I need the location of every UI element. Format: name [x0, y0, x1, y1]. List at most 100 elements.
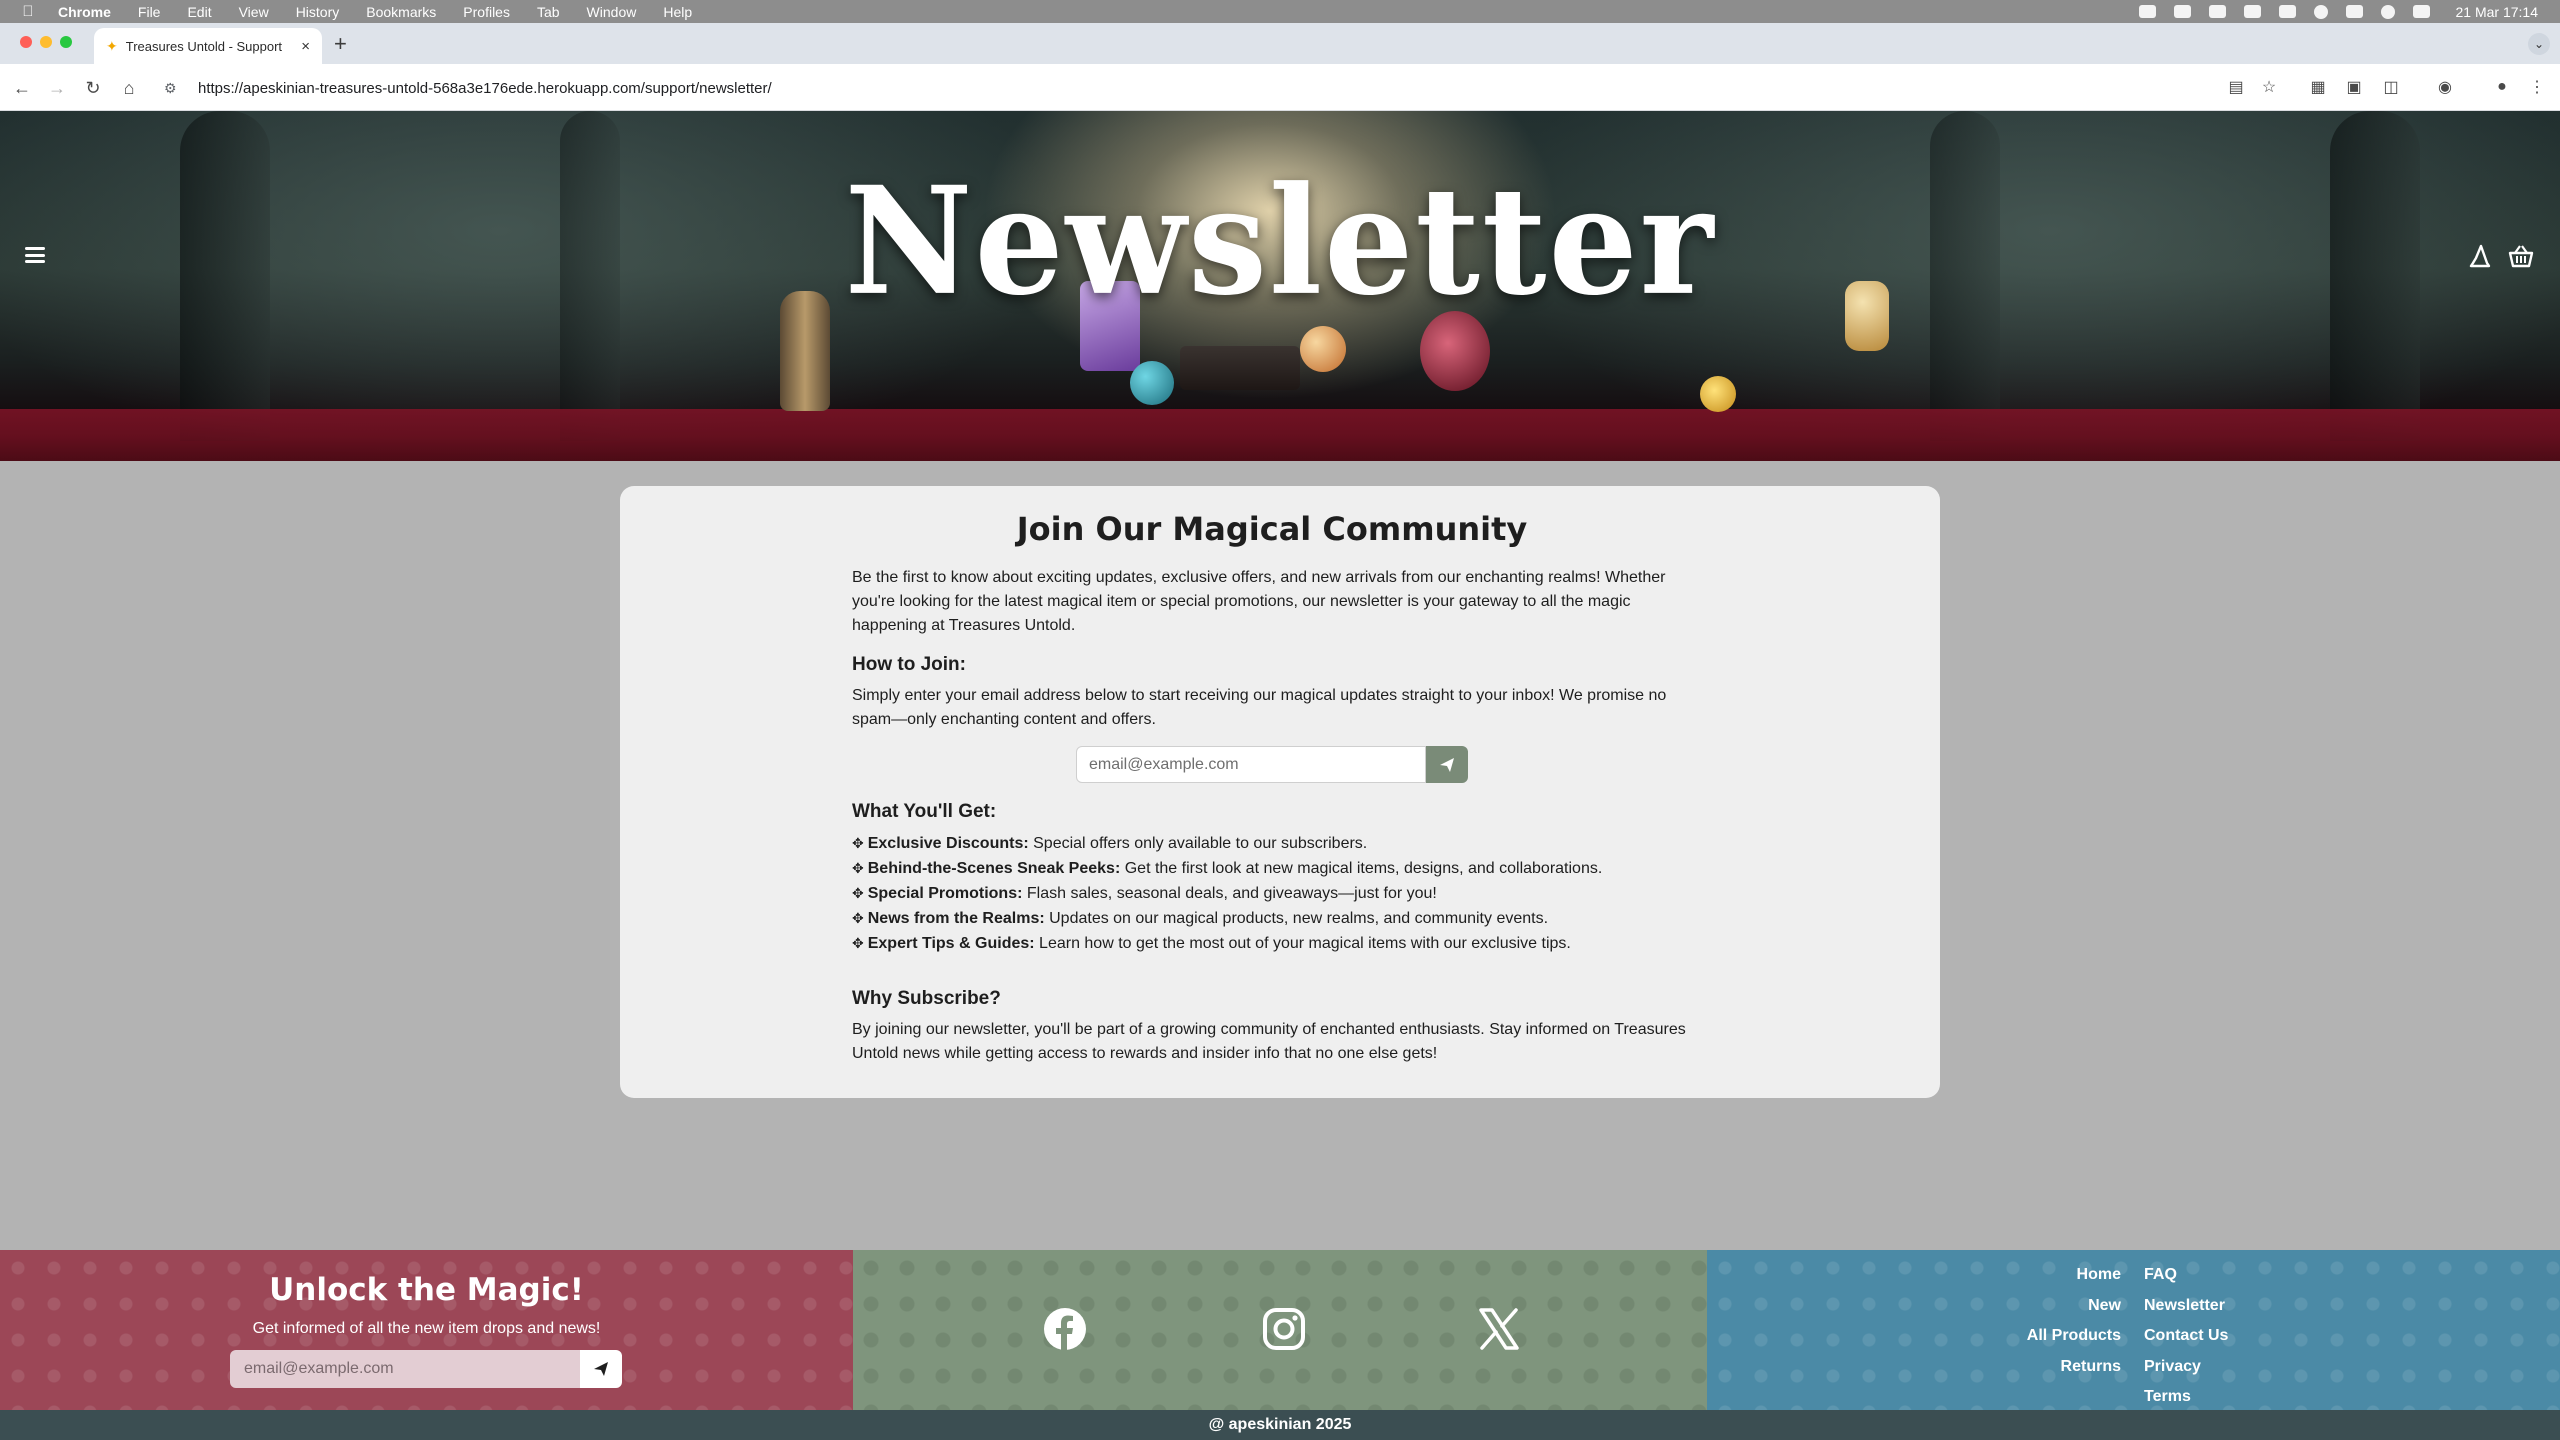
- footer-link-new[interactable]: New: [1707, 1291, 2121, 1322]
- benefit-text: Special offers only available to our sub…: [1028, 835, 1368, 852]
- why-subscribe-heading: Why Subscribe?: [852, 988, 1001, 1009]
- screen-icon[interactable]: [2278, 5, 2296, 18]
- reload-icon[interactable]: ↻: [82, 77, 104, 99]
- magic-wand-icon: ✥: [852, 885, 864, 901]
- chrome-menu-icon[interactable]: ⋮: [2527, 77, 2547, 97]
- menu-edit[interactable]: Edit: [187, 4, 211, 20]
- menu-view[interactable]: View: [239, 4, 269, 20]
- newsletter-signup-form: email@example.com: [852, 746, 1692, 783]
- browser-tab-active[interactable]: ✦ Treasures Untold - Support ×: [94, 28, 322, 64]
- newsletter-card: Join Our Magical Community Be the first …: [620, 486, 1940, 1098]
- card-icon[interactable]: ▤: [2226, 77, 2246, 97]
- forward-icon[interactable]: →: [46, 77, 68, 99]
- close-window-icon[interactable]: [20, 36, 32, 48]
- url-text[interactable]: https://apeskinian-treasures-untold-568a…: [198, 80, 772, 97]
- menu-window[interactable]: Window: [587, 4, 637, 20]
- benefit-item: ✥ Exclusive Discounts: Special offers onl…: [852, 831, 1692, 856]
- battery-icon[interactable]: [2345, 5, 2363, 18]
- footer-subscribe-button[interactable]: [580, 1350, 622, 1388]
- instagram-icon[interactable]: [1261, 1306, 1307, 1352]
- how-to-join-heading: How to Join:: [852, 654, 966, 675]
- home-icon[interactable]: ⌂: [118, 77, 140, 99]
- minimize-window-icon[interactable]: [40, 36, 52, 48]
- magic-wand-icon: ✥: [852, 835, 864, 851]
- footer-email-input[interactable]: email@example.com: [230, 1350, 580, 1388]
- new-tab-icon[interactable]: +: [334, 33, 347, 55]
- profile-icon[interactable]: ●: [2492, 77, 2512, 97]
- site-info-icon[interactable]: ⚙: [164, 80, 182, 97]
- intro-paragraph: Be the first to know about exciting upda…: [852, 569, 1666, 634]
- menu-app-name[interactable]: Chrome: [58, 4, 111, 20]
- book-decoration: [1180, 346, 1300, 390]
- footer-social-section: [853, 1250, 1707, 1410]
- benefit-title: News from the Realms:: [867, 910, 1045, 927]
- orb-decoration: [1300, 326, 1346, 372]
- extension-1-icon[interactable]: ▦: [2308, 77, 2328, 97]
- footer-link-home[interactable]: Home: [1707, 1260, 2121, 1291]
- notion-icon[interactable]: [2173, 5, 2191, 18]
- footer-link-returns[interactable]: Returns: [1707, 1352, 2121, 1383]
- benefit-title: Exclusive Discounts:: [867, 835, 1029, 852]
- menu-tab[interactable]: Tab: [537, 4, 560, 20]
- facebook-icon[interactable]: [1042, 1306, 1088, 1352]
- card-body: Join Our Magical Community Be the first …: [852, 510, 1692, 1066]
- apple-icon[interactable]: : [20, 3, 36, 20]
- status-area: 21 Mar 17:14: [2138, 0, 2539, 23]
- benefit-item: ✥ Expert Tips & Guides: Learn how to get …: [852, 931, 1692, 956]
- wifi-icon[interactable]: [2380, 4, 2395, 19]
- send-icon: [1440, 757, 1454, 772]
- email-input[interactable]: email@example.com: [1076, 746, 1426, 783]
- x-icon[interactable]: [1476, 1306, 1522, 1352]
- card-title: Join Our Magical Community: [1016, 510, 1528, 548]
- benefit-title: Behind-the-Scenes Sneak Peeks:: [867, 860, 1121, 877]
- favicon-icon: ✦: [106, 37, 118, 54]
- benefit-text: Learn how to get the most out of your ma…: [1034, 935, 1571, 952]
- address-bar[interactable]: ⚙ https://apeskinian-treasures-untold-56…: [156, 72, 2244, 104]
- page-title: Newsletter: [844, 155, 1716, 329]
- extensions-puzzle-icon[interactable]: ◫: [2381, 77, 2401, 97]
- tab-close-icon[interactable]: ×: [301, 38, 310, 55]
- os-menubar:  Chrome File Edit View History Bookmark…: [0, 0, 2560, 23]
- footer-link-contact-us[interactable]: Contact Us: [2144, 1321, 2444, 1352]
- tab-title: Treasures Untold - Support: [125, 38, 283, 54]
- calendar-icon[interactable]: [2208, 5, 2226, 18]
- benefit-item: ✥ Behind-the-Scenes Sneak Peeks: Get the …: [852, 856, 1692, 881]
- footer-link-newsletter[interactable]: Newsletter: [2144, 1291, 2444, 1322]
- what-youll-get-heading: What You'll Get:: [852, 801, 997, 822]
- bookmark-star-icon[interactable]: ☆: [2259, 77, 2279, 97]
- footer-links-right: FAQ Newsletter Contact Us Privacy Terms: [2144, 1260, 2444, 1413]
- goblet-decoration: [1700, 376, 1736, 412]
- benefit-text: Updates on our magical products, new rea…: [1044, 910, 1549, 927]
- copyright-bar: @ apeskinian 2025: [0, 1410, 2560, 1440]
- record-icon[interactable]: [2313, 4, 2328, 19]
- tab-search-icon[interactable]: ⌄: [2528, 33, 2550, 55]
- footer-link-all-products[interactable]: All Products: [1707, 1321, 2121, 1352]
- drive-icon[interactable]: [2243, 5, 2261, 18]
- maximize-window-icon[interactable]: [60, 36, 72, 48]
- site-footer: Unlock the Magic! Get informed of all th…: [0, 1250, 2560, 1410]
- why-subscribe-text: By joining our newsletter, you'll be par…: [852, 1021, 1686, 1062]
- footer-signup-form: email@example.com: [230, 1350, 622, 1388]
- subscribe-button[interactable]: [1426, 746, 1468, 783]
- footer-link-privacy[interactable]: Privacy: [2144, 1352, 2444, 1383]
- footer-links-section: Home New All Products Returns FAQ Newsle…: [1707, 1250, 2560, 1410]
- benefit-title: Expert Tips & Guides:: [867, 935, 1035, 952]
- menu-file[interactable]: File: [138, 4, 161, 20]
- menu-bookmarks[interactable]: Bookmarks: [366, 4, 436, 20]
- screenshot-icon[interactable]: ◉: [2435, 77, 2455, 97]
- footer-newsletter-title: Unlock the Magic!: [269, 1272, 584, 1308]
- menu-history[interactable]: History: [296, 4, 340, 20]
- benefit-text: Get the first look at new magical items,…: [1120, 860, 1603, 877]
- menubar-clock[interactable]: 21 Mar 17:14: [2456, 4, 2539, 20]
- menu-help[interactable]: Help: [663, 4, 692, 20]
- footer-link-faq[interactable]: FAQ: [2144, 1260, 2444, 1291]
- gem-decoration: [1130, 361, 1174, 405]
- control-center-icon[interactable]: [2412, 5, 2430, 18]
- back-icon[interactable]: ←: [11, 77, 33, 99]
- footer-link-terms[interactable]: Terms: [2144, 1382, 2444, 1413]
- menu-profiles[interactable]: Profiles: [463, 4, 510, 20]
- benefit-item: ✥ Special Promotions: Flash sales, season…: [852, 881, 1692, 906]
- cloud-icon[interactable]: [2138, 5, 2156, 18]
- extension-2-icon[interactable]: ▣: [2344, 77, 2364, 97]
- magic-wand-icon: ✥: [852, 935, 864, 951]
